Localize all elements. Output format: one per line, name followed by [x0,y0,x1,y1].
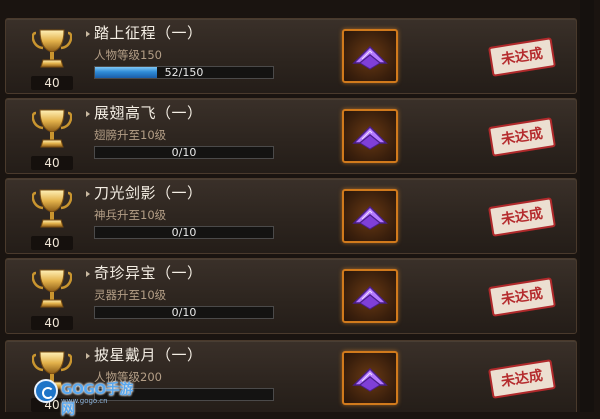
level-badge: 40 [31,76,73,90]
achievement-title: 展翅高飞（一） [94,104,203,122]
achievement-row: 40 展翅高飞（一） 翅膀升至10级 0/10 未达成 [5,98,577,174]
status-stamp: 未达成 [488,359,556,399]
achievement-row: 40 刀光剑影（一） 神兵升至10级 0/10 未达成 [5,178,577,254]
achievement-requirement: 神兵升至10级 [94,208,167,222]
reward-slot[interactable] [342,29,398,83]
progress-text: 0/10 [171,146,197,159]
title-arrow-icon [86,271,90,277]
level-badge: 40 [31,316,73,330]
watermark: GOGO手游网 www.gogo.cn [34,375,134,418]
achievement-requirement: 人物等级150 [94,48,162,62]
reward-slot[interactable] [342,189,398,243]
achievement-list: 40 踏上征程（一） 人物等级150 52/150 未达成 40 展翅高飞（一）… [0,0,600,412]
achievement-row: 40 踏上征程（一） 人物等级150 52/150 未达成 [5,18,577,94]
level-badge: 40 [31,236,73,250]
progress-text: 0/10 [171,306,197,319]
trophy-icon [32,29,72,68]
achievement-title: 披星戴月（一） [94,346,203,364]
achievement-requirement: 翅膀升至10级 [94,128,167,142]
achievement-row: 40 奇珍异宝（一） 灵器升至10级 0/10 未达成 [5,258,577,334]
reward-slot[interactable] [342,351,398,405]
status-stamp: 未达成 [488,277,556,317]
progress-bar: 0/10 [94,226,274,239]
status-stamp: 未达成 [488,197,556,237]
achievement-requirement: 灵器升至10级 [94,288,167,302]
gogo-logo-icon [34,379,58,403]
watermark-url: www.gogo.cn [61,397,108,405]
scrollbar-track[interactable] [580,0,594,412]
purple-chevron-crystal-icon [352,285,388,310]
reward-slot[interactable] [342,109,398,163]
title-arrow-icon [86,191,90,197]
level-badge: 40 [31,156,73,170]
achievement-title: 奇珍异宝（一） [94,264,203,282]
progress-bar: 52/150 [94,66,274,79]
progress-text: 52/150 [164,66,204,79]
purple-chevron-crystal-icon [352,367,388,392]
trophy-icon [32,189,72,228]
progress-bar: 0/10 [94,306,274,319]
purple-chevron-crystal-icon [352,125,388,150]
achievement-title: 踏上征程（一） [94,24,203,42]
title-arrow-icon [86,353,90,359]
purple-chevron-crystal-icon [352,45,388,70]
purple-chevron-crystal-icon [352,205,388,230]
achievement-title: 刀光剑影（一） [94,184,203,202]
reward-slot[interactable] [342,269,398,323]
progress-text: 0/10 [171,226,197,239]
trophy-icon [32,269,72,308]
title-arrow-icon [86,111,90,117]
progress-bar: 0/10 [94,146,274,159]
trophy-icon [32,109,72,148]
status-stamp: 未达成 [488,117,556,157]
status-stamp: 未达成 [488,37,556,77]
title-arrow-icon [86,31,90,37]
